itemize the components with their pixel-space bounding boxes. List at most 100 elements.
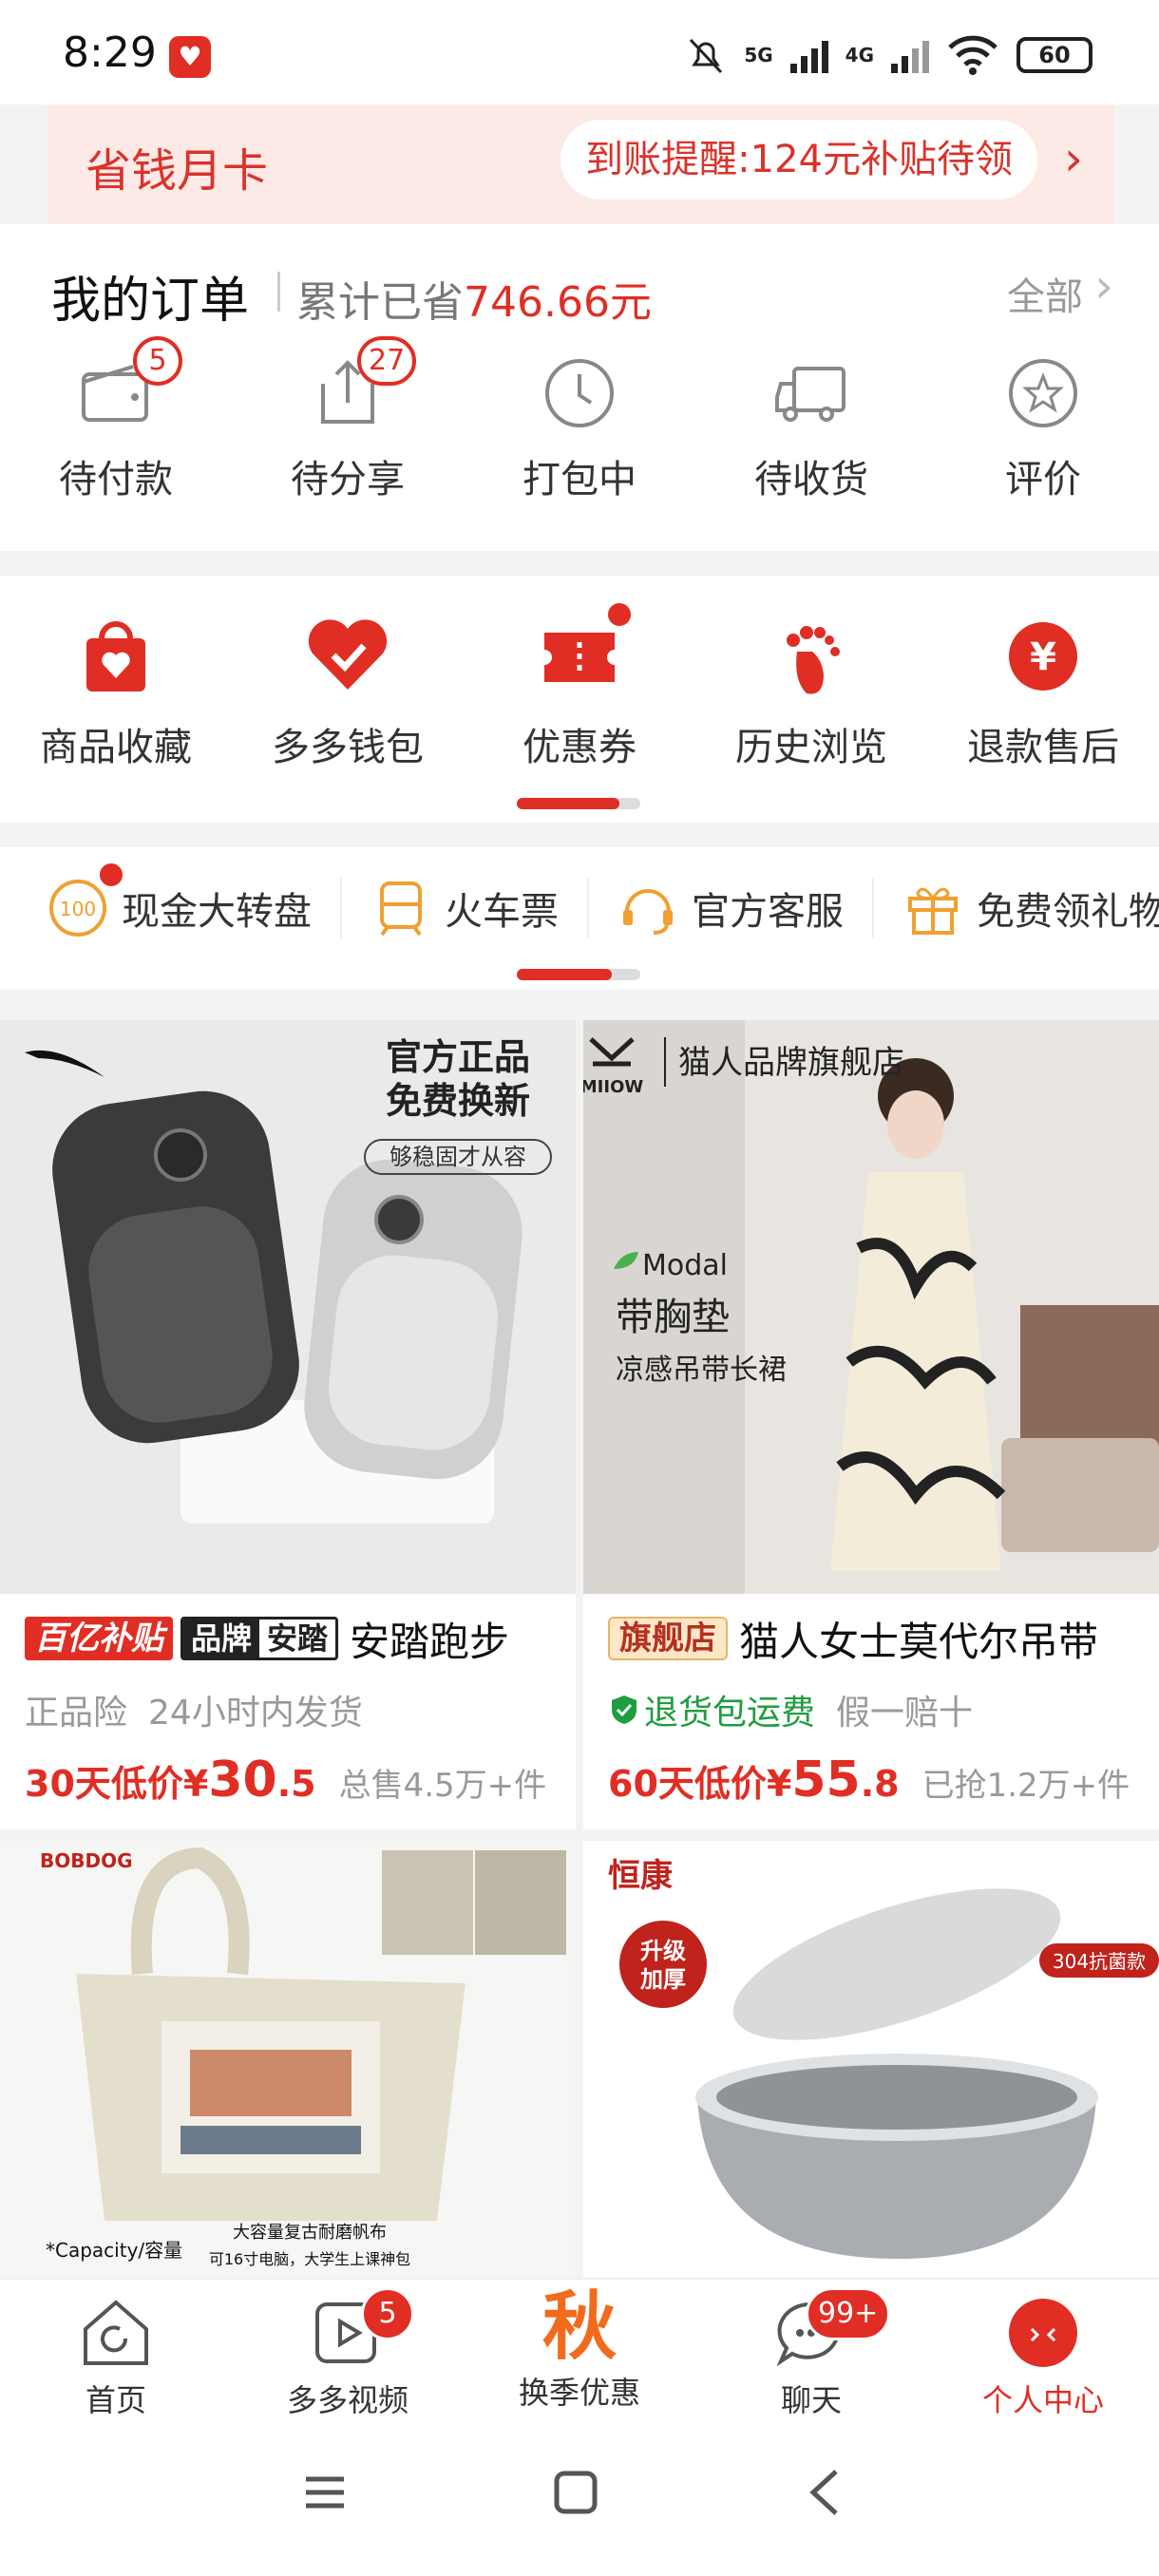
quick-link-customer-service[interactable]: 官方客服 [618,878,874,938]
all-orders-link[interactable]: 全部 [1007,266,1083,321]
footprint-icon [769,614,854,699]
svg-text:100: 100 [60,898,96,920]
brand-tag: 品牌 安踏 [180,1617,339,1660]
tool-favorites[interactable]: 商品收藏 [0,614,232,771]
subsidy-tag: 百亿补贴 [25,1617,173,1660]
chevron-right-icon[interactable]: › [1094,258,1113,313]
price-integer: 55 [791,1752,861,1809]
tool-refund[interactable]: ¥ 退款售后 [927,614,1159,771]
tool-label: 商品收藏 [40,726,192,769]
battery-icon: 60 [1016,37,1092,73]
network-4g-label: 4G [845,44,874,66]
chevron-right-icon[interactable]: › [1064,131,1083,186]
tool-coupons[interactable]: 优惠券 [464,600,695,771]
image-caption-1: 大容量复古耐磨帆布 [233,2223,387,2243]
home-square-icon[interactable] [553,2470,598,2515]
nav-label: 聊天 [780,2382,842,2418]
product-card[interactable]: BOBDOG 大容量复古耐磨帆布 可16寸电脑，大学生上课神包 *Capacit… [0,1841,576,2278]
nav-profile[interactable]: 个人中心 [927,2280,1159,2422]
shield-check-icon [612,1695,636,1724]
saved-amount: 746.66元 [464,278,652,327]
tool-label: 多多钱包 [272,726,424,769]
tool-wallet[interactable]: 多多钱包 [232,614,464,771]
menu-icon[interactable] [302,2470,348,2515]
order-packing[interactable]: 打包中 [464,348,695,503]
price-decimal: .8 [860,1763,900,1805]
tool-history[interactable]: 历史浏览 [695,614,927,771]
price-row: 60天低价¥ 55 .8 已抢1.2万+件 [608,1752,1130,1809]
quick-link-train[interactable]: 火车票 [370,878,589,938]
quick-links-section: 100 现金大转盘 火车票 官方客服 免费领礼物 [0,847,1159,990]
signal-4g-icon [891,37,929,73]
nav-label: 多多视频 [286,2382,408,2418]
image-badge-2: 加厚 [640,1966,686,1993]
system-navigation-bar [0,2422,1159,2576]
nav-chat[interactable]: 99+ 聊天 [695,2280,927,2422]
product-card[interactable]: MIIOW 猫人品牌旗舰店 Modal 带胸垫 凉感吊带长裙 旗舰店 猫人女士莫… [583,1020,1159,1829]
nav-season-deals[interactable]: 秋 换季优惠 [464,2280,695,2422]
price-row: 30天低价¥ 30 .5 总售4.5万+件 [25,1752,546,1809]
order-label: 待收货 [754,458,868,502]
quick-link-label: 免费领礼物 [977,890,1159,934]
season-text-icon: 秋 [542,2284,617,2370]
wheel-100-icon: 100 [48,861,125,938]
quick-link-cash-wheel[interactable]: 100 现金大转盘 [48,861,342,938]
product-title-row: 百亿补贴 品牌 安踏 安踏跑步 [25,1615,509,1665]
svg-text:¥: ¥ [1030,635,1056,679]
image-capacity: *Capacity/容量 [46,2239,182,2262]
nav-video[interactable]: 5 多多视频 [232,2280,464,2422]
product-image: 恒康 升级 加厚 304抗菌款 [583,1841,1159,2278]
image-logo: BOBDOG [40,1849,133,1872]
order-review[interactable]: 评价 [927,348,1159,503]
flagship-tag: 旗舰店 [608,1617,728,1660]
quick-link-free-gift[interactable]: 免费领礼物 [902,878,1159,938]
image-logo: 恒康 [608,1857,673,1895]
subsidy-notice-pill[interactable]: 到账提醒:124元补贴待领 [560,120,1037,199]
coupon-icon [537,600,634,699]
order-to-receive[interactable]: 待收货 [695,348,927,503]
price-label: 30天低价¥ [25,1763,209,1805]
truck-icon [773,355,849,431]
nav-badge: 99+ [806,2287,891,2340]
scroll-indicator [517,969,640,980]
image-material: Modal [642,1249,728,1282]
product-subline: 正品险 24小时内发货 [25,1694,363,1733]
image-logo: MIIOW [583,1077,643,1097]
quick-link-label: 官方客服 [692,890,844,934]
new-dot [605,600,634,629]
order-label: 待分享 [291,458,405,502]
status-time: 8:29 [63,28,157,77]
product-card[interactable]: 恒康 升级 加厚 304抗菌款 [583,1841,1159,2278]
scroll-indicator [517,798,640,809]
image-line-2: 凉感吊带长裙 [616,1354,787,1387]
money-saving-card-banner[interactable]: 省钱月卡 到账提醒:124元补贴待领 › [48,104,1113,224]
banner-title: 省钱月卡 [86,144,269,198]
product-card[interactable]: 官方正品 免费换新 够稳固才从容 百亿补贴 品牌 安踏 安踏跑步 正品险 24小时内… [0,1020,576,1829]
new-dot [97,861,125,889]
order-count-badge: 5 [133,336,182,386]
price-integer: 30 [208,1752,277,1809]
product-subline: 退货包运费 假一赔十 [608,1685,973,1734]
order-pending-payment[interactable]: 5 待付款 [0,336,232,503]
product-title-row: 旗舰店 猫人女士莫代尔吊带 [608,1615,1098,1665]
mute-bell-icon [690,38,723,74]
bottom-navigation: 首页 5 多多视频 秋 换季优惠 99+ 聊天 个人中心 [0,2278,1159,2422]
home-icon [78,2295,154,2371]
share-icon: 27 [310,336,417,431]
sold-count: 已抢1.2万+件 [922,1767,1130,1805]
order-pending-share[interactable]: 27 待分享 [232,336,464,503]
quick-link-label: 现金大转盘 [122,890,312,934]
nav-label: 换季优惠 [518,2375,640,2411]
nav-label: 个人中心 [981,2382,1104,2418]
price-decimal: .5 [276,1763,316,1805]
favorite-bag-icon [73,614,159,699]
nav-label: 首页 [85,2382,146,2418]
app-notification-icon: ♥ [169,36,211,78]
sold-count: 总售4.5万+件 [338,1767,547,1805]
back-icon[interactable] [806,2468,844,2517]
order-label: 待付款 [59,458,173,502]
image-line-1: 带胸垫 [616,1296,730,1339]
order-label: 评价 [1005,458,1081,502]
nav-home[interactable]: 首页 [0,2280,232,2422]
image-headline-1: 官方正品 [386,1036,530,1078]
